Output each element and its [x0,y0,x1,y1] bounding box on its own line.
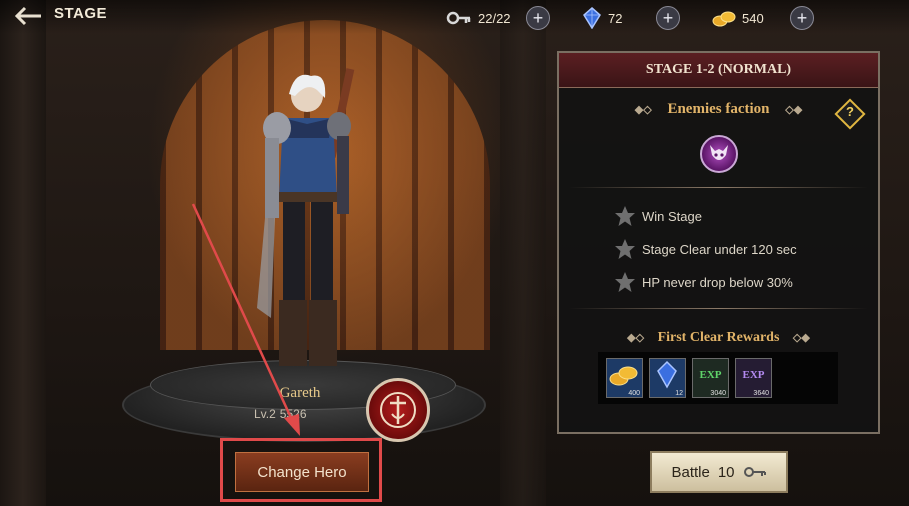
help-question-icon: ? [846,104,854,119]
exp-purple-icon: EXP [742,369,765,381]
objective-item: HP never drop below 30% [614,271,793,293]
stage-title: STAGE 1-2 (NORMAL) [559,53,878,88]
gold-coins-icon [609,366,638,386]
objective-item: Win Stage [614,205,702,227]
objective-label: HP never drop below 30% [642,274,793,290]
reward-exp-purple[interactable]: EXP 3640 [735,358,772,398]
divider-bottom [569,308,868,309]
battle-cost: 10 [717,463,735,481]
reward-exp-green[interactable]: EXP 3040 [692,358,729,398]
battle-button[interactable]: Battle 10 [650,451,788,493]
stage-info-panel: STAGE 1-2 (NORMAL) ◆◇ Enemies faction ◇◆… [557,51,880,434]
right-ornament-icon: ◇◆ [785,104,803,116]
battle-label: Battle [671,463,710,481]
reward-qty: 3640 [753,390,769,397]
star-icon [615,239,635,259]
reward-qty: 400 [628,390,640,397]
left-ornament-icon: ◆◇ [627,332,645,344]
reward-qty: 3040 [710,390,726,397]
left-ornament-icon: ◆◇ [634,104,652,116]
divider-top [569,187,868,188]
demon-skull-icon [710,145,728,160]
key-icon [743,467,766,477]
enemies-faction-title: Enemies faction [667,101,770,117]
objective-label: Stage Clear under 120 sec [642,241,797,257]
objective-item: Stage Clear under 120 sec [614,238,797,260]
exp-green-icon: EXP [699,369,722,381]
reward-qty: 12 [675,390,683,397]
reward-crystal[interactable]: 12 [649,358,686,398]
star-icon [615,206,635,226]
demon-faction-icon[interactable] [700,135,738,173]
crystal-icon [657,360,677,389]
enemies-faction-heading: ◆◇ Enemies faction ◇◆ [559,101,878,118]
rewards-list: 400 12 EXP 3040 EXP 3640 [598,352,838,404]
rewards-heading: ◆◇ First Clear Rewards ◇◆ [559,330,878,346]
rewards-title: First Clear Rewards [657,330,780,345]
star-icon [615,272,635,292]
reward-gold[interactable]: 400 [606,358,643,398]
objective-label: Win Stage [642,208,702,224]
right-ornament-icon: ◇◆ [792,332,810,344]
